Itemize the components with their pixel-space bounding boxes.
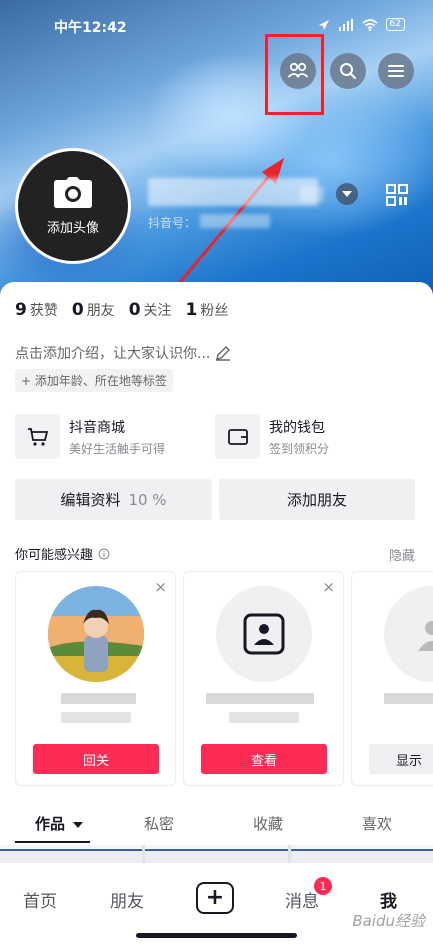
- tab-works[interactable]: 作品: [35, 813, 84, 834]
- stat-followers[interactable]: 1 粉丝: [186, 300, 229, 320]
- edit-profile-label: 编辑资料: [60, 491, 121, 509]
- nav-friends[interactable]: 朋友: [110, 887, 144, 912]
- add-tags-chip[interactable]: + 添加年龄、所在地等标签: [15, 369, 173, 392]
- bio-placeholder[interactable]: 点击添加介绍，让大家认识你...: [15, 343, 231, 363]
- message-badge: 1: [314, 877, 332, 895]
- wallet-icon: [227, 428, 248, 445]
- nav-messages[interactable]: 消息: [285, 887, 319, 912]
- close-icon[interactable]: ×: [154, 578, 167, 596]
- service-mall[interactable]: 抖音商城 美好生活触手可得: [15, 414, 165, 459]
- suggestions-heading: 你可能感兴趣: [15, 544, 110, 563]
- stat-friends[interactable]: 0 朋友: [72, 300, 115, 320]
- chevron-down-icon: [342, 190, 352, 197]
- suggestion-avatar: [48, 586, 144, 682]
- video-thumbnails[interactable]: [0, 845, 433, 863]
- qr-code-icon[interactable]: [386, 184, 408, 206]
- stat-likes[interactable]: 9 获赞: [15, 300, 58, 320]
- create-button[interactable]: +: [196, 882, 234, 914]
- info-icon[interactable]: [98, 548, 110, 560]
- add-friend-label: 添加朋友: [286, 491, 347, 509]
- person-icon: [418, 621, 433, 651]
- avatar-upload[interactable]: 添加头像: [15, 148, 131, 264]
- nav-me[interactable]: 我: [380, 887, 397, 912]
- suggestion-card[interactable]: × 查看: [183, 571, 344, 786]
- tab-favorites[interactable]: 收藏: [253, 813, 283, 834]
- bio-text: 点击添加介绍，让大家认识你...: [15, 346, 211, 362]
- douyin-id: [200, 214, 270, 228]
- content-tabs: 作品 私密 收藏 喜欢: [0, 803, 433, 843]
- tab-likes[interactable]: 喜欢: [362, 813, 392, 834]
- service-mall-subtitle: 美好生活触手可得: [69, 441, 166, 456]
- caret-down-icon: [73, 822, 84, 828]
- service-wallet-title: 我的钱包: [269, 419, 325, 436]
- service-mall-title: 抖音商城: [69, 419, 125, 436]
- add-friend-button[interactable]: 添加朋友: [219, 479, 415, 520]
- camera-icon: [54, 176, 92, 208]
- nav-home[interactable]: 首页: [23, 887, 57, 912]
- edit-pencil-icon: [216, 346, 231, 361]
- close-icon[interactable]: ×: [322, 578, 335, 596]
- service-wallet[interactable]: 我的钱包 签到领积分: [215, 414, 329, 459]
- douyin-id-prefix: 抖音号：: [148, 216, 197, 230]
- tab-private[interactable]: 私密: [144, 813, 174, 834]
- edit-profile-button[interactable]: 编辑资料 10 %: [15, 479, 212, 520]
- edit-profile-progress: 10 %: [128, 490, 167, 509]
- suggestion-card[interactable]: 显示: [351, 571, 433, 786]
- home-indicator: [136, 933, 297, 938]
- contacts-avatar: [216, 586, 312, 682]
- show-button[interactable]: 显示: [369, 744, 433, 774]
- service-wallet-subtitle: 签到领积分: [269, 441, 330, 456]
- view-button[interactable]: 查看: [201, 744, 327, 774]
- placeholder-avatar: [384, 586, 433, 682]
- contact-card-icon: [243, 613, 285, 655]
- avatar-label: 添加头像: [46, 220, 99, 236]
- suggestion-card[interactable]: × 回关: [15, 571, 176, 786]
- tab-underline: [15, 841, 90, 843]
- suggestions-title: 你可能感兴趣: [15, 548, 94, 563]
- follow-back-button[interactable]: 回关: [33, 744, 159, 774]
- account-switch-button[interactable]: [336, 183, 358, 205]
- cart-icon: [27, 427, 48, 446]
- stats-row: 9 获赞 0 朋友 0 关注 1 粉丝: [15, 300, 228, 320]
- stat-following[interactable]: 0 关注: [129, 300, 172, 320]
- hide-suggestions-link[interactable]: 隐藏: [389, 545, 415, 564]
- watermark: Baidu经验: [352, 912, 425, 930]
